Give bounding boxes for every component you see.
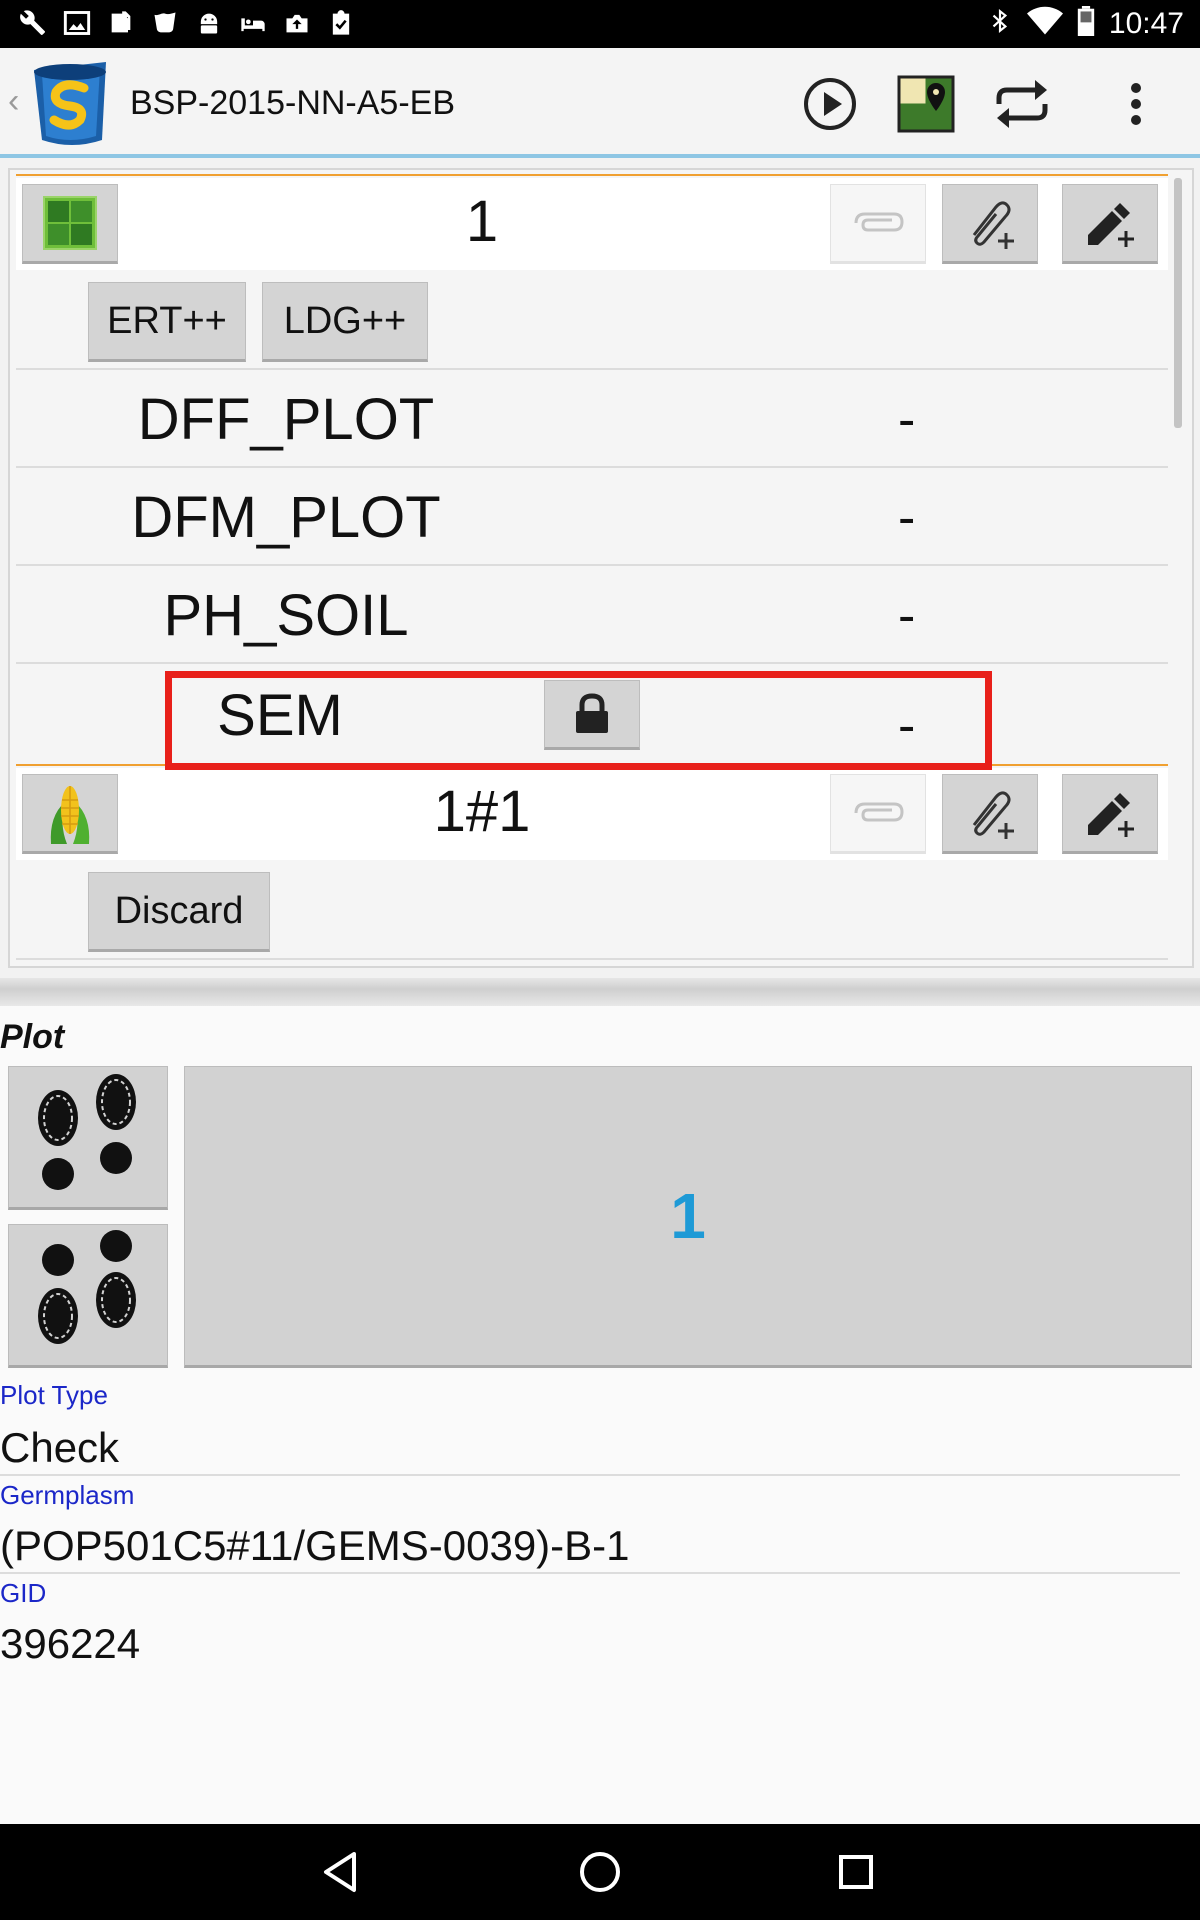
play-button[interactable] — [798, 72, 862, 136]
field-value-plot-type: Check — [0, 1424, 120, 1471]
overflow-menu-button[interactable] — [1104, 72, 1168, 136]
plot-heading: Plot — [0, 1018, 65, 1056]
plot-grid-button[interactable] — [22, 184, 118, 264]
view-attachments-button[interactable] — [830, 184, 926, 264]
action-bar: ‹ BSP-2015-NN-A5-EB — [0, 48, 1200, 158]
pencil-add-icon — [1088, 203, 1134, 247]
image-icon — [62, 8, 92, 38]
trait-value[interactable]: - — [898, 586, 915, 646]
discard-button[interactable]: Discard — [88, 872, 270, 952]
field-label-plot-type: Plot Type — [0, 1380, 108, 1410]
sync-button[interactable] — [990, 72, 1054, 136]
ert-button[interactable]: ERT++ — [88, 282, 246, 362]
corn-icon — [50, 786, 90, 844]
trait-name: DFF_PLOT — [137, 387, 435, 452]
plant-button[interactable] — [22, 774, 118, 854]
files-icon — [106, 8, 136, 38]
home-circle-icon — [580, 1852, 620, 1892]
field-label-germplasm: Germplasm — [0, 1480, 135, 1510]
paperclip-icon — [854, 212, 904, 232]
add-attachment-button[interactable] — [942, 774, 1038, 854]
wifi-icon — [1026, 6, 1063, 41]
view-attachments-button[interactable] — [830, 774, 926, 854]
field-value-gid: 396224 — [0, 1620, 141, 1667]
add-note-button[interactable] — [1062, 184, 1158, 264]
clipboard-check-icon — [326, 8, 356, 38]
list-scrollbar[interactable] — [1174, 178, 1182, 428]
bed-icon — [238, 8, 268, 38]
back-chevron-icon[interactable]: ‹ — [8, 82, 19, 121]
plot-number-display[interactable]: 1 — [184, 1066, 1192, 1368]
sync-icon — [996, 80, 1048, 128]
battery-icon — [1077, 6, 1095, 41]
next-plot-button[interactable] — [8, 1224, 168, 1368]
previous-plot-button[interactable] — [8, 1066, 168, 1210]
plot-panel: Plot 1 Plot Type Check Germplasm (POP501… — [0, 1006, 1200, 1824]
footsteps-forward-icon — [38, 1074, 136, 1190]
field-divider — [0, 1474, 1180, 1476]
highlight-box — [165, 671, 992, 770]
field-value-germplasm: (POP501C5#11/GEMS-0039)-B-1 — [0, 1522, 630, 1569]
panel-divider[interactable] — [0, 978, 1200, 1006]
trait-name: DFM_PLOT — [131, 485, 441, 550]
nav-back-button[interactable] — [312, 1842, 372, 1902]
status-bar: 10:47 — [0, 0, 1200, 48]
nav-recents-button[interactable] — [826, 1842, 886, 1902]
android-icon — [194, 8, 224, 38]
overflow-menu-icon — [1131, 83, 1141, 125]
back-triangle-icon — [324, 1852, 356, 1892]
recents-square-icon — [839, 1855, 873, 1889]
paperclip-icon — [854, 802, 904, 822]
cup-icon — [150, 8, 180, 38]
nav-home-button[interactable] — [570, 1842, 630, 1902]
status-time: 10:47 — [1108, 6, 1184, 40]
map-button[interactable] — [894, 72, 958, 136]
play-icon — [804, 78, 856, 130]
paperclip-add-icon — [972, 201, 1014, 249]
row-divider — [16, 174, 1168, 176]
plot-label: 1 — [465, 189, 499, 254]
pencil-add-icon — [1088, 793, 1134, 837]
wrench-icon — [18, 8, 48, 38]
upload-icon — [282, 8, 312, 38]
field-divider — [0, 1572, 1180, 1574]
navigation-bar — [0, 1824, 1200, 1920]
bluetooth-icon — [987, 6, 1013, 41]
ldg-button[interactable]: LDG++ — [262, 282, 428, 362]
experiment-title: BSP-2015-NN-A5-EB — [130, 84, 456, 122]
add-attachment-button[interactable] — [942, 184, 1038, 264]
field-label-gid: GID — [0, 1578, 47, 1608]
plot-grid-icon — [43, 196, 97, 250]
sub-plot-label: 1#1 — [433, 779, 531, 844]
paperclip-add-icon — [972, 791, 1014, 839]
add-note-button[interactable] — [1062, 774, 1158, 854]
trait-name: PH_SOIL — [163, 583, 409, 648]
observation-list[interactable]: 1 ERT++ LDG++ DFF_PLOT - DFM_PLOT - PH_S… — [8, 168, 1194, 968]
footsteps-back-icon — [38, 1230, 136, 1344]
trait-value[interactable]: - — [898, 488, 915, 548]
map-icon — [897, 75, 955, 133]
trait-value[interactable]: - — [898, 390, 915, 450]
app-logo[interactable] — [24, 58, 122, 150]
